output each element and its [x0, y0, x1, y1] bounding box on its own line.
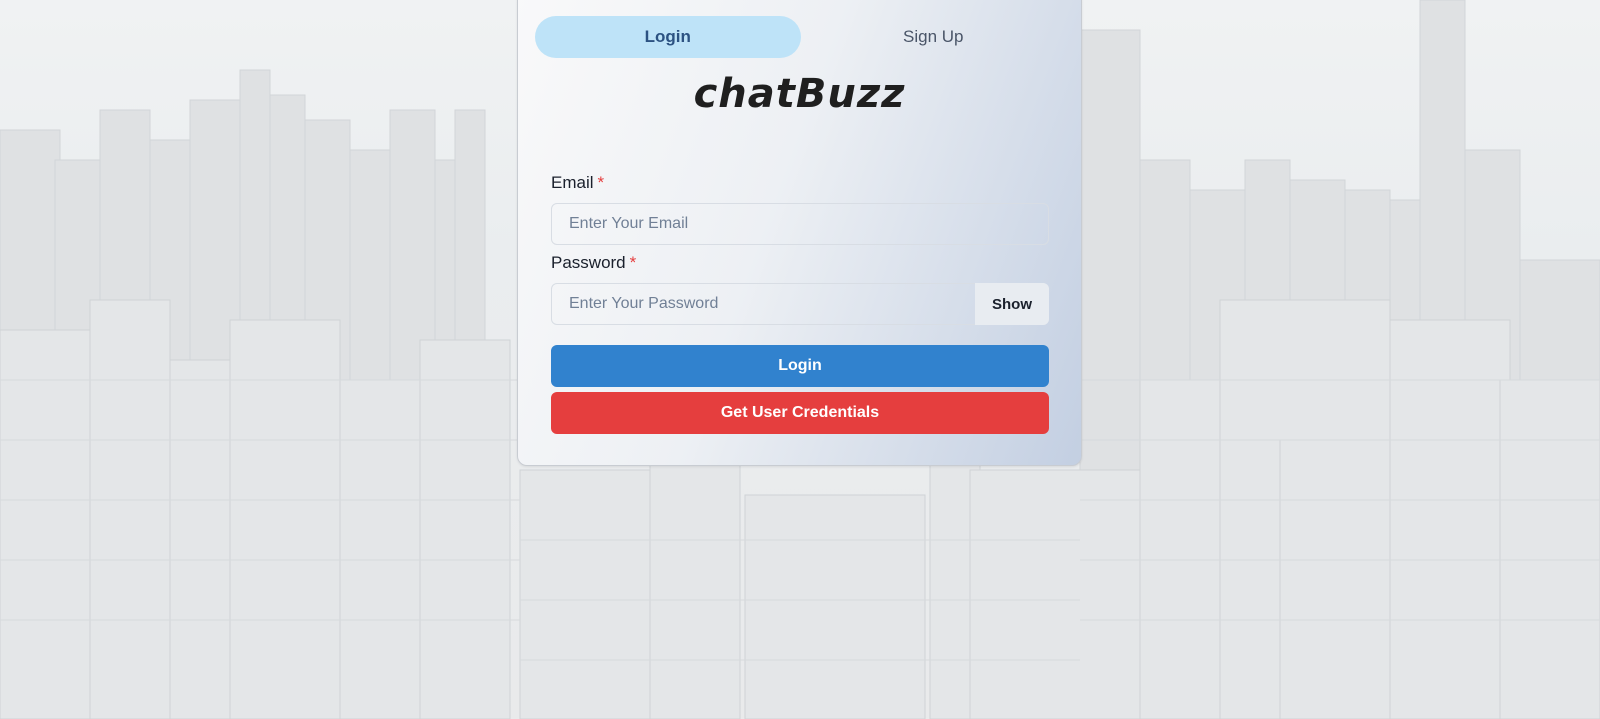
login-button[interactable]: Login: [551, 345, 1049, 387]
auth-card: Login Sign Up chatBuzz Email* Password* …: [517, 0, 1082, 466]
email-label: Email *: [551, 173, 604, 193]
tab-sign-up[interactable]: Sign Up: [801, 16, 1067, 58]
required-mark: *: [629, 253, 637, 272]
required-mark: *: [597, 173, 605, 192]
password-label: Password *: [551, 253, 636, 273]
password-label-text: Password: [551, 253, 626, 272]
auth-tabs: Login Sign Up: [535, 16, 1066, 58]
get-user-credentials-button[interactable]: Get User Credentials: [551, 392, 1049, 434]
email-input[interactable]: [551, 203, 1049, 245]
email-label-text: Email: [551, 173, 594, 192]
app-logo: chatBuzz: [693, 71, 906, 117]
show-password-button[interactable]: Show: [975, 283, 1049, 325]
tab-login[interactable]: Login: [535, 16, 801, 58]
